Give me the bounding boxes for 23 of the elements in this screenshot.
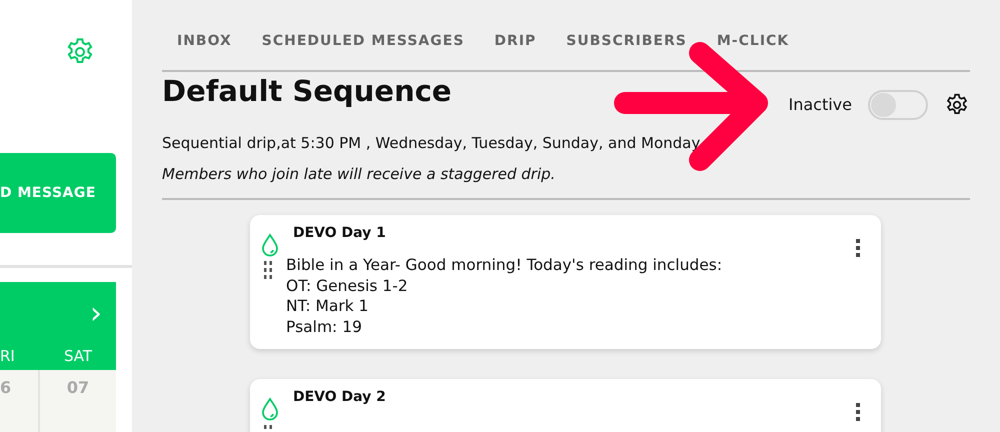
nav-tab[interactable]: SUBSCRIBERS xyxy=(566,31,687,51)
schedule-text: Sequential drip,at 5:30 PM , Wednesday, Tuesday, Sunday, and Monday. xyxy=(162,133,704,154)
message-text-line: Psalm: 19 xyxy=(286,316,363,337)
weekday-label: RI xyxy=(0,346,16,367)
nav-tab[interactable]: DRIP xyxy=(494,31,536,51)
message-text-line: OT: Genesis 1-2 xyxy=(286,276,409,296)
status-label: Inactive xyxy=(788,94,852,116)
message-text-line: Bible in a Year- Good morning! Today's reading includes: xyxy=(286,255,722,276)
sequence-title: Default Sequence xyxy=(162,74,452,109)
nav-tab[interactable]: INBOX xyxy=(177,31,232,51)
message-text-line: NT: Mark 1 xyxy=(286,296,370,316)
message-title: DEVO Day 2 xyxy=(293,388,386,407)
late-join-note: Members who join late will receive a staggered drip. xyxy=(162,164,556,184)
message-card[interactable]: DEVO Day 2 xyxy=(250,379,881,432)
nav-tab[interactable]: SCHEDULED MESSAGES xyxy=(262,31,464,51)
weekday-label: SAT xyxy=(62,346,94,367)
message-title: DEVO Day 1 xyxy=(293,224,386,243)
drag-handle-icon[interactable] xyxy=(264,261,272,281)
active-toggle[interactable] xyxy=(868,90,928,120)
drop-icon xyxy=(260,233,280,257)
drop-icon xyxy=(260,397,280,421)
message-card[interactable]: DEVO Day 1 Bible in a Year- Good morning! Today's reading includes: OT: Genesis 1-2 NT: Mark 1 Psalm: 19 xyxy=(250,215,881,349)
nav-tab[interactable]: M-CLICK xyxy=(716,31,790,51)
